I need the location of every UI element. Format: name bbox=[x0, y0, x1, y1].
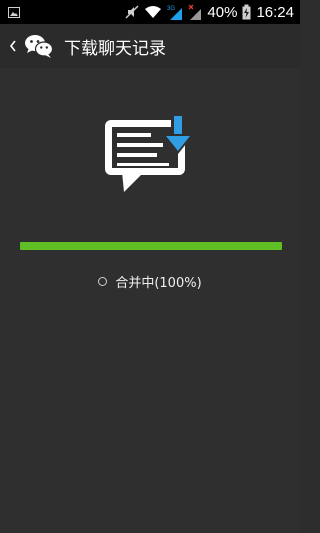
status-left bbox=[8, 6, 20, 18]
image-icon bbox=[8, 6, 20, 18]
status-right: 3G 40% 16:24 bbox=[125, 4, 294, 21]
spinner-icon bbox=[98, 277, 108, 286]
page-title: 下载聊天记录 bbox=[64, 38, 166, 59]
merge-status: 合并中(100%) bbox=[0, 272, 300, 291]
cell-signal-no-service-icon bbox=[188, 4, 202, 20]
title-bar: 下载聊天记录 bbox=[0, 24, 300, 69]
svg-text:3G: 3G bbox=[167, 6, 175, 12]
mute-icon bbox=[125, 5, 139, 19]
battery-percent: 40% bbox=[207, 3, 238, 21]
chevron-left-icon bbox=[8, 38, 18, 54]
progress-fill bbox=[20, 242, 282, 250]
chat-download-icon bbox=[100, 116, 200, 196]
wechat-logo-icon bbox=[24, 33, 54, 59]
main-content: 合并中(100%) bbox=[0, 68, 300, 533]
back-button[interactable] bbox=[0, 24, 54, 68]
merge-status-label: 合并中(100%) bbox=[115, 276, 202, 291]
battery-charging-icon bbox=[242, 4, 251, 20]
clock: 16:24 bbox=[256, 3, 294, 21]
progress-bar bbox=[20, 242, 282, 250]
status-bar: 3G 40% 16:24 bbox=[0, 0, 300, 24]
cell-signal-3g-icon: 3G bbox=[167, 4, 183, 20]
wifi-icon bbox=[144, 5, 162, 19]
